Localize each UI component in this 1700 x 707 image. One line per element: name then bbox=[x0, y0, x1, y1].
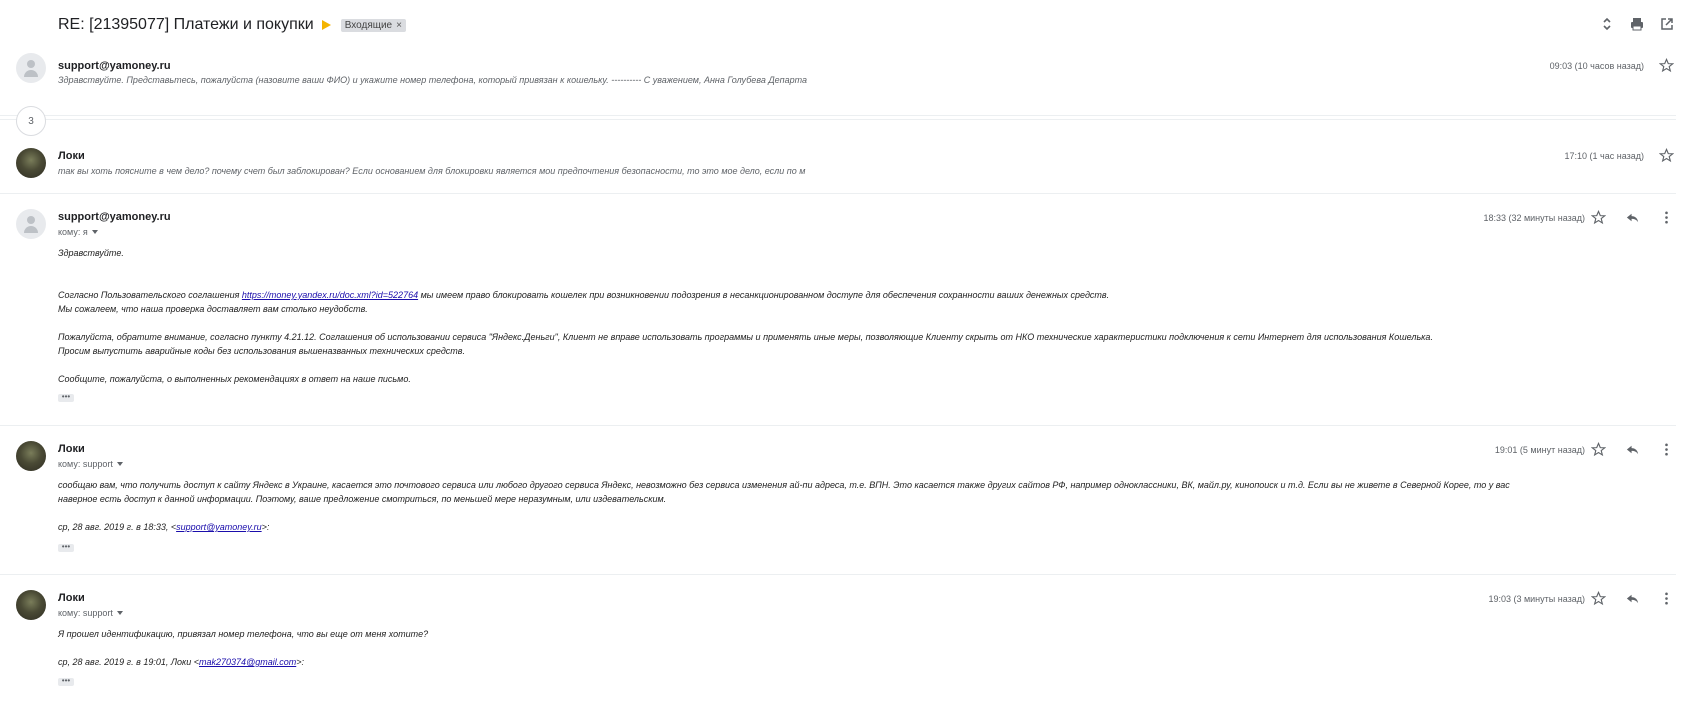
more-vert-icon[interactable] bbox=[1659, 591, 1675, 607]
thread-toolbar bbox=[1599, 16, 1675, 32]
message-actions bbox=[1591, 210, 1675, 226]
message-divider bbox=[0, 425, 1676, 426]
avatar bbox=[16, 148, 46, 178]
quote-text: ср, 28 авг. 2019 г. в 19:01, Локи < bbox=[58, 657, 200, 667]
body-text: Согласно Пользовательского соглашения bbox=[58, 290, 242, 300]
expand-collapse-icon[interactable] bbox=[1599, 16, 1615, 32]
open-in-new-window-icon[interactable] bbox=[1659, 16, 1675, 32]
message-time: 19:01 (5 минут назад) bbox=[1494, 445, 1585, 455]
message-time: 09:03 (10 часов назад) bbox=[1549, 61, 1644, 71]
label-chip-text: Входящие bbox=[344, 19, 393, 31]
body-paragraph: Мы сожалеем, что наша проверка доставляе… bbox=[58, 304, 368, 314]
agreement-link[interactable]: https://money.yandex.ru/doc.xml?id=52276… bbox=[242, 290, 418, 300]
message-time: 17:10 (1 час назад) bbox=[1564, 151, 1644, 161]
message-actions bbox=[1591, 442, 1675, 458]
message-divider bbox=[0, 574, 1676, 575]
star-icon[interactable] bbox=[1591, 591, 1607, 607]
more-vert-icon[interactable] bbox=[1659, 210, 1675, 226]
quote-header: ср, 28 авг. 2019 г. в 18:33, <support@ya… bbox=[58, 522, 269, 532]
print-icon[interactable] bbox=[1629, 16, 1645, 32]
ellipsis-icon[interactable]: ••• bbox=[58, 393, 74, 402]
message-time: 18:33 (32 минуты назад) bbox=[1483, 213, 1585, 223]
collapsed-divider bbox=[0, 115, 1676, 116]
recipients-text: кому: support bbox=[58, 459, 113, 469]
reply-icon[interactable] bbox=[1625, 210, 1641, 226]
body-paragraph: Пожалуйста, обратите внимание, согласно … bbox=[58, 332, 1433, 342]
body-greeting: Здравствуйте. bbox=[58, 248, 124, 258]
email-link[interactable]: mak270374@gmail.com bbox=[199, 657, 296, 667]
star-icon[interactable] bbox=[1659, 58, 1675, 74]
message-sender[interactable]: support@yamoney.ru bbox=[58, 211, 171, 223]
quote-text: ср, 28 авг. 2019 г. в 18:33, < bbox=[58, 522, 177, 532]
star-icon[interactable] bbox=[1591, 442, 1607, 458]
body-paragraph: сообщаю вам, что получить доступ к сайту… bbox=[58, 480, 1510, 490]
reply-icon[interactable] bbox=[1625, 591, 1641, 607]
body-paragraph: Сообщите, пожалуйста, о выполненных реко… bbox=[58, 374, 411, 384]
body-paragraph: наверное есть доступ к данной информации… bbox=[58, 494, 667, 504]
quote-header: ср, 28 авг. 2019 г. в 19:01, Локи <mak27… bbox=[58, 657, 304, 667]
message-actions bbox=[1591, 591, 1675, 607]
message-sender[interactable]: support@yamoney.ru bbox=[58, 60, 171, 72]
message-snippet[interactable]: Здравствуйте. Представьтесь, пожалуйста … bbox=[58, 75, 807, 85]
message-time: 19:03 (3 минуты назад) bbox=[1488, 594, 1585, 604]
caret-down-icon[interactable] bbox=[116, 462, 123, 466]
caret-down-icon[interactable] bbox=[116, 611, 123, 615]
avatar bbox=[16, 441, 46, 471]
recipients[interactable]: кому: я bbox=[58, 227, 98, 237]
email-link[interactable]: support@yamoney.ru bbox=[176, 522, 262, 532]
label-chip-inbox[interactable]: Входящие × bbox=[340, 18, 406, 32]
message-sender[interactable]: Локи bbox=[58, 150, 85, 162]
more-vert-icon[interactable] bbox=[1659, 442, 1675, 458]
body-text: мы имеем право блокировать кошелек при в… bbox=[418, 290, 1110, 300]
thread-subject: RE: [21395077] Платежи и покупки bbox=[58, 16, 314, 33]
caret-down-icon[interactable] bbox=[91, 230, 98, 234]
body-paragraph: Согласно Пользовательского соглашения ht… bbox=[58, 290, 1109, 300]
star-icon[interactable] bbox=[1591, 210, 1607, 226]
important-marker-icon[interactable] bbox=[321, 20, 331, 30]
quote-text: >: bbox=[296, 657, 304, 667]
reply-icon[interactable] bbox=[1625, 442, 1641, 458]
avatar bbox=[16, 590, 46, 620]
thread-header: RE: [21395077] Платежи и покупки Входящи… bbox=[58, 16, 406, 34]
message-sender[interactable]: Локи bbox=[58, 443, 85, 455]
collapsed-messages-count[interactable]: 3 bbox=[16, 106, 46, 136]
avatar bbox=[16, 53, 46, 83]
collapsed-divider bbox=[0, 119, 1676, 120]
recipients-text: кому: support bbox=[58, 608, 113, 618]
ellipsis-icon[interactable]: ••• bbox=[58, 543, 74, 552]
quote-text: >: bbox=[261, 522, 270, 532]
message-snippet[interactable]: так вы хоть поясните в чем дело? почему … bbox=[58, 166, 805, 176]
message-sender[interactable]: Локи bbox=[58, 592, 85, 604]
star-icon[interactable] bbox=[1659, 148, 1675, 164]
recipients[interactable]: кому: support bbox=[58, 608, 123, 618]
message-divider bbox=[0, 193, 1676, 194]
label-remove-icon[interactable]: × bbox=[396, 20, 402, 31]
body-paragraph: Я прошел идентификацию, привязал номер т… bbox=[58, 629, 429, 639]
recipients[interactable]: кому: support bbox=[58, 459, 123, 469]
avatar bbox=[16, 209, 46, 239]
body-paragraph: Просим выпустить аварийные коды без испо… bbox=[58, 346, 465, 356]
recipients-text: кому: я bbox=[58, 227, 88, 237]
ellipsis-icon[interactable]: ••• bbox=[58, 677, 74, 686]
